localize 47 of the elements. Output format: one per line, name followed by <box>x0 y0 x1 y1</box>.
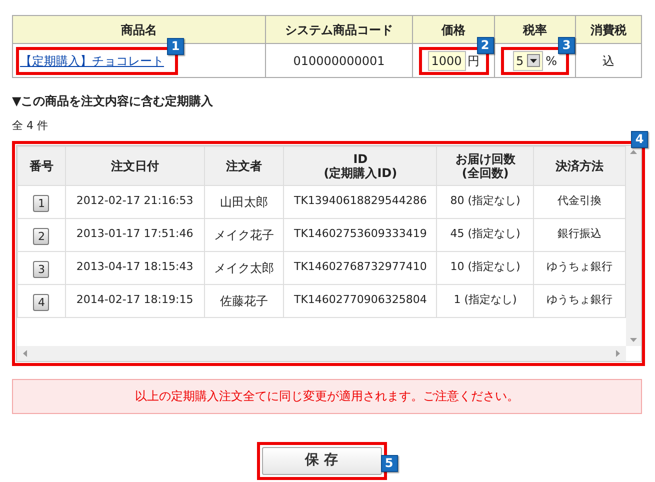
table-cell: 80 (指定なし) <box>436 185 534 218</box>
table-cell: 山田太郎 <box>204 185 284 218</box>
table-cell: 2012-02-17 21:16:53 <box>65 185 204 218</box>
scroll-left-arrow-icon[interactable] <box>23 350 27 356</box>
tax-included: 込 <box>576 44 642 78</box>
callout-number-badge: 5 <box>380 454 398 472</box>
column-header: 番号 <box>18 146 66 185</box>
table-cell: TK14602753609333419 <box>284 218 437 251</box>
table-cell: メイク太郎 <box>204 251 284 284</box>
horizontal-scrollbar[interactable] <box>17 346 626 360</box>
order-number-button[interactable]: 4 <box>33 294 50 310</box>
table-cell: 2014-02-17 18:19:15 <box>65 284 204 317</box>
table-cell: TK14602768732977410 <box>284 251 437 284</box>
callout-number-badge: 1 <box>167 38 184 54</box>
table-cell: TK14602770906325804 <box>284 284 437 317</box>
column-header: 注文者 <box>204 146 284 185</box>
warning-notice: 以上の定期購入注文全てに同じ変更が適用されます。ご注意ください。 <box>12 378 642 414</box>
scroll-right-arrow-icon[interactable] <box>616 350 620 356</box>
tax-rate-unit: % <box>546 52 558 70</box>
table-cell: 佐藤花子 <box>204 284 284 317</box>
column-header: お届け回数 (全回数) <box>436 146 534 185</box>
result-count: 全 4 件 <box>12 118 49 134</box>
order-number-button[interactable]: 3 <box>33 260 50 278</box>
table-cell: 2013-01-17 17:51:46 <box>65 218 204 251</box>
vertical-scrollbar[interactable] <box>626 146 641 346</box>
column-header: システム商品コード <box>266 16 412 44</box>
column-header: ID (定期購入ID) <box>284 146 437 185</box>
order-number-button[interactable]: 2 <box>33 228 50 244</box>
column-header: 決済方法 <box>534 146 626 185</box>
scroll-down-arrow-icon[interactable] <box>630 338 637 342</box>
table-cell: 10 (指定なし) <box>436 251 534 284</box>
table-cell: 45 (指定なし) <box>436 218 534 251</box>
price-field[interactable]: 1000 <box>428 50 466 70</box>
column-header: 消費税 <box>576 16 642 44</box>
callout-number-badge: 4 <box>631 130 648 148</box>
save-button[interactable]: 保 存 <box>262 446 382 474</box>
column-header: 注文日付 <box>65 146 204 185</box>
table-cell: 1 (指定なし) <box>436 284 534 317</box>
order-number-button[interactable]: 1 <box>33 194 50 212</box>
product-code: 010000000001 <box>266 44 412 78</box>
section-heading: ▼この商品を注文内容に含む定期購入 <box>12 93 214 110</box>
table-cell: メイク花子 <box>204 218 284 251</box>
tax-rate-select[interactable]: 5 <box>512 50 543 70</box>
price-unit: 円 <box>468 52 480 70</box>
scroll-up-arrow-icon[interactable] <box>630 150 637 154</box>
table-cell: 2013-04-17 18:15:43 <box>65 251 204 284</box>
table-cell: TK13940618829544286 <box>284 185 437 218</box>
